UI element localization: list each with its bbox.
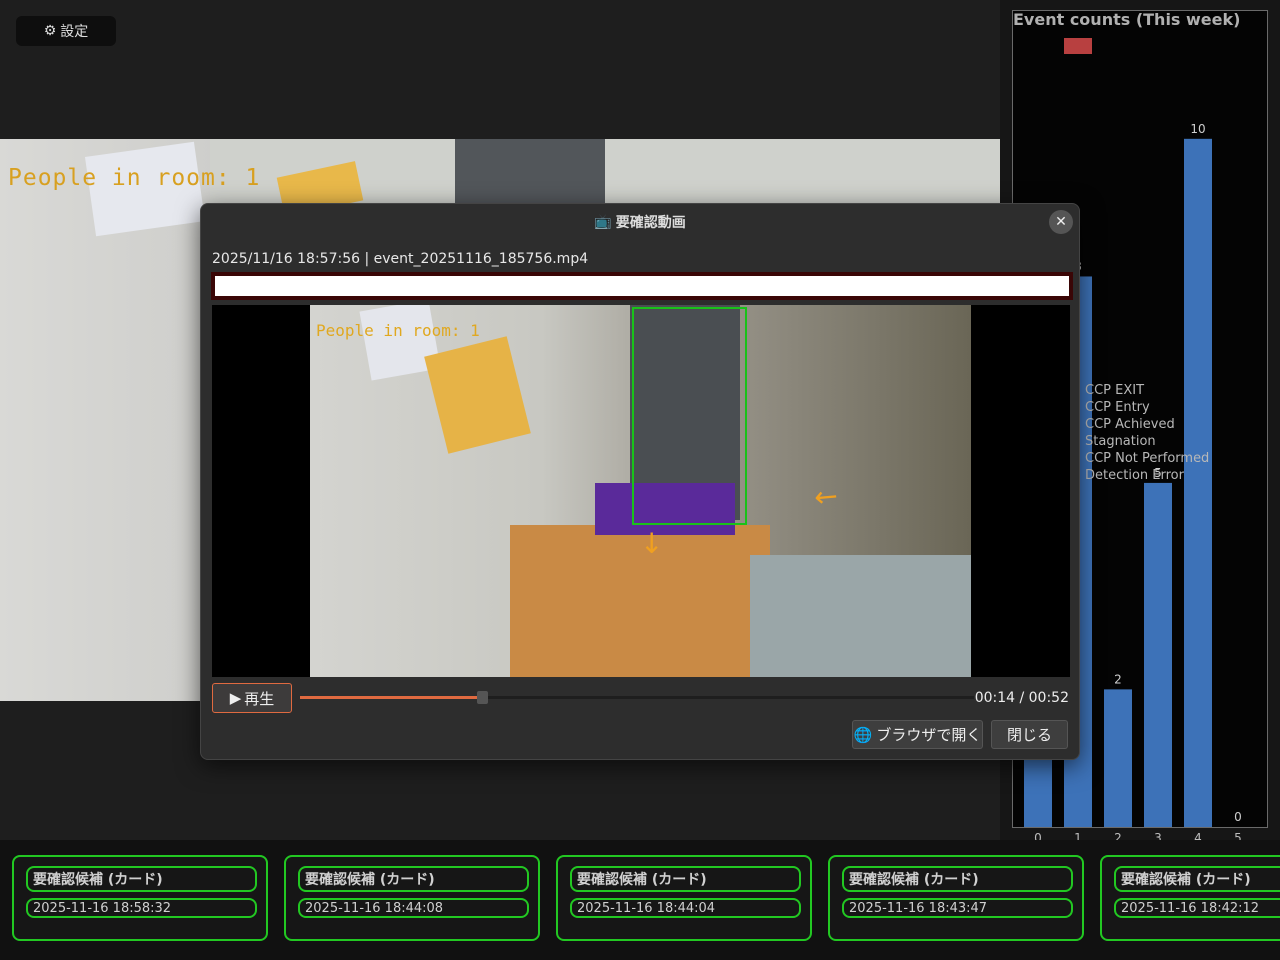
- dialog-title-bar: 📺 要確認動画: [201, 204, 1079, 240]
- legend-item: Stagnation: [1085, 434, 1156, 449]
- video-filename: event_20251116_185756.mp4: [373, 251, 589, 267]
- review-card[interactable]: 要確認候補 (カード) 2025-11-16 18:43:47: [828, 855, 1084, 941]
- seek-progress: [300, 696, 482, 699]
- x-tick-label: 4: [1194, 831, 1202, 840]
- person-detection-box: [632, 307, 747, 525]
- card-title: 要確認候補 (カード): [1114, 866, 1280, 892]
- chart-legend: CCP EXIT CCP Entry CCP Achieved Stagnation C…: [1085, 382, 1209, 484]
- direction-arrow-icon: ↙: [807, 476, 847, 517]
- people-count-overlay: People in room: 1: [8, 165, 261, 191]
- video-people-overlay: People in room: 1: [316, 321, 480, 340]
- time-display: 00:14 / 00:52: [974, 690, 1069, 706]
- x-tick-label: 1: [1074, 831, 1082, 840]
- card-title: 要確認候補 (カード): [842, 866, 1073, 892]
- video-frame: ↓ ↙ People in room: 1: [310, 305, 971, 677]
- dialog-close-button[interactable]: ✕: [1049, 210, 1073, 234]
- legend-item: CCP EXIT: [1085, 383, 1145, 398]
- status-banner: [211, 272, 1073, 300]
- bar-value-label: 10: [1190, 122, 1205, 136]
- legend-item: CCP Achieved: [1085, 417, 1175, 432]
- settings-button[interactable]: ⚙ 設定: [16, 16, 116, 46]
- card-title: 要確認候補 (カード): [298, 866, 529, 892]
- review-card[interactable]: 要確認候補 (カード)2025-11-16 18:42:12🎬 ...一覧: [1100, 855, 1280, 941]
- review-card-strip: 要確認候補 (カード) 2025-11-16 18:58:32 要確認候補 (カード…: [0, 840, 1280, 960]
- card-timestamp: 2025-11-16 18:58:32: [26, 898, 257, 918]
- legend-item: CCP Entry: [1085, 400, 1150, 415]
- review-card[interactable]: 要確認候補 (カード) 2025-11-16 18:58:32: [12, 855, 268, 941]
- seek-bar[interactable]: [300, 691, 974, 704]
- x-tick-label: 0: [1034, 831, 1042, 840]
- frame-board: [424, 336, 531, 454]
- x-tick-label: 5: [1234, 831, 1242, 840]
- close-icon: ✕: [1055, 214, 1067, 230]
- card-timestamp: 2025-11-16 18:43:47: [842, 898, 1073, 918]
- x-tick-label: 3: [1154, 831, 1162, 840]
- card-timestamp: 2025-11-16 18:42:12: [1114, 898, 1280, 918]
- gear-icon: ⚙: [43, 23, 57, 39]
- bar-2: [1104, 689, 1132, 827]
- bar-value-label: 2: [1114, 672, 1122, 686]
- globe-icon: 🌐: [853, 725, 873, 744]
- video-meta: 2025/11/16 18:57:56 | event_20251116_185…: [212, 251, 588, 267]
- legend-item: Detection Error: [1085, 468, 1184, 483]
- play-label: 再生: [244, 689, 275, 708]
- feed-door: [455, 139, 605, 209]
- down-arrow-icon: ↓: [640, 527, 664, 560]
- x-tick-label: 2: [1114, 831, 1122, 840]
- meta-separator: |: [364, 251, 370, 267]
- seek-handle[interactable]: [476, 691, 488, 704]
- open-browser-label: ブラウザで開く: [876, 726, 982, 744]
- bar-3: [1144, 482, 1172, 827]
- dialog-title: 要確認動画: [615, 215, 686, 231]
- frame-tiles: [750, 555, 971, 677]
- bar-value-label: 0: [1234, 810, 1242, 824]
- card-timestamp: 2025-11-16 18:44:08: [298, 898, 529, 918]
- status-banner-fill: [215, 276, 1069, 296]
- review-video-dialog: 📺 要確認動画 ✕ 2025/11/16 18:57:56 | event_20…: [200, 203, 1080, 760]
- card-timestamp: 2025-11-16 18:44:04: [570, 898, 801, 918]
- review-card[interactable]: 要確認候補 (カード) 2025-11-16 18:44:04: [556, 855, 812, 941]
- close-button[interactable]: 閉じる: [991, 720, 1068, 749]
- legend-item: CCP Not Performed: [1085, 451, 1210, 466]
- open-in-browser-button[interactable]: 🌐 ブラウザで開く: [852, 720, 983, 749]
- video-datetime: 2025/11/16 18:57:56: [212, 251, 361, 267]
- tv-icon: 📺: [594, 214, 612, 230]
- card-title: 要確認候補 (カード): [570, 866, 801, 892]
- play-icon: ▶: [229, 689, 242, 707]
- card-title: 要確認候補 (カード): [26, 866, 257, 892]
- close-button-label: 閉じる: [1006, 726, 1052, 744]
- review-card[interactable]: 要確認候補 (カード) 2025-11-16 18:44:08: [284, 855, 540, 941]
- play-button[interactable]: ▶ 再生: [212, 683, 292, 713]
- video-player[interactable]: ↓ ↙ People in room: 1: [212, 305, 1070, 677]
- settings-label: 設定: [60, 24, 89, 40]
